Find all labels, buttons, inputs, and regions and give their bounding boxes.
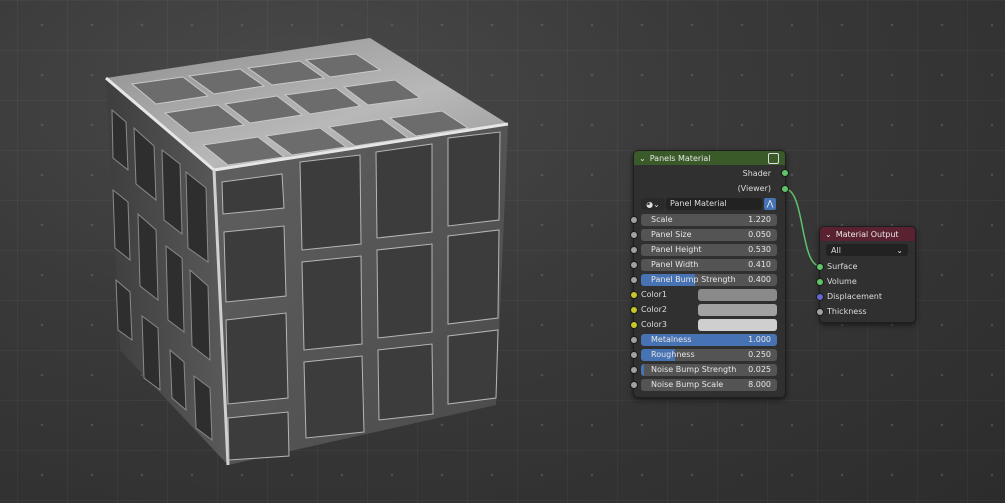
input-socket[interactable]	[816, 278, 824, 286]
value-input-socket[interactable]	[630, 381, 638, 389]
color-swatch[interactable]	[698, 288, 777, 301]
param-row: Panel Bump Strength 0.400	[630, 272, 785, 287]
target-row: All ⌄	[820, 241, 915, 259]
color-row: Color1	[630, 287, 785, 302]
node-title: Material Output	[835, 229, 899, 239]
output-label: Shader	[742, 168, 771, 178]
param-row: Noise Bump Scale 8.000	[630, 377, 785, 392]
param-value: 0.050	[748, 230, 771, 239]
value-input-socket[interactable]	[630, 216, 638, 224]
input-label: Volume	[827, 277, 857, 286]
param-slider[interactable]: Panel Bump Strength 0.400	[641, 273, 777, 286]
color-input-socket[interactable]	[630, 291, 638, 299]
value-input-socket[interactable]	[630, 351, 638, 359]
color-label: Color3	[641, 320, 667, 329]
color-swatch[interactable]	[698, 318, 777, 331]
color-input-socket[interactable]	[630, 321, 638, 329]
value-input-socket[interactable]	[630, 276, 638, 284]
value-input-socket[interactable]	[630, 246, 638, 254]
param-row: Roughness 0.250	[630, 347, 785, 362]
slider-fill	[641, 363, 645, 376]
param-label: Metalness	[651, 335, 692, 344]
param-row: Scale 1.220	[630, 212, 785, 227]
param-label: Panel Height	[651, 245, 702, 254]
panels-material-node-header[interactable]: ⌄ Panels Material	[634, 151, 785, 165]
param-slider[interactable]: Roughness 0.250	[641, 348, 777, 361]
param-label: Noise Bump Scale	[651, 380, 724, 389]
chevron-down-icon: ⌄	[896, 245, 903, 255]
material-name-field[interactable]: Panel Material	[666, 198, 762, 210]
param-label: Noise Bump Strength	[651, 365, 737, 374]
input-label: Surface	[827, 262, 858, 271]
param-row: Metalness 1.000	[630, 332, 785, 347]
param-slider[interactable]: Metalness 1.000	[641, 333, 777, 346]
param-slider[interactable]: Panel Width 0.410	[641, 258, 777, 271]
material-output-node-header[interactable]: ⌄ Material Output	[820, 227, 915, 241]
param-value: 1.000	[748, 335, 771, 344]
param-value: 0.530	[748, 245, 771, 254]
chevron-down-icon[interactable]: ⌄	[825, 230, 832, 239]
param-label: Panel Size	[651, 230, 692, 239]
color-row: Color2	[630, 302, 785, 317]
input-socket[interactable]	[816, 263, 824, 271]
output-input-row: Thickness	[816, 304, 915, 319]
output-input-row: Surface	[816, 259, 915, 274]
param-slider[interactable]: Panel Height 0.530	[641, 243, 777, 256]
param-value: 0.025	[748, 365, 771, 374]
param-value: 0.410	[748, 260, 771, 269]
color-row: Color3	[630, 317, 785, 332]
color-label: Color1	[641, 290, 667, 299]
node-title: Panels Material	[649, 153, 711, 163]
output-shader-row: Shader	[634, 165, 789, 181]
param-value: 1.220	[748, 215, 771, 224]
param-label: Panel Width	[651, 260, 699, 269]
target-value: All	[831, 245, 841, 255]
param-value: 0.250	[748, 350, 771, 359]
output-label: (Viewer)	[737, 184, 771, 193]
param-row: Panel Height 0.530	[630, 242, 785, 257]
value-input-socket[interactable]	[630, 231, 638, 239]
color-label: Color2	[641, 305, 667, 314]
material-selector-row: ◕⌄ Panel Material ⋀	[634, 196, 785, 212]
chevron-down-icon[interactable]: ⌄	[639, 154, 646, 163]
output-viewer-row: (Viewer)	[634, 181, 789, 196]
param-slider[interactable]: Scale 1.220	[641, 213, 777, 226]
target-dropdown[interactable]: All ⌄	[826, 244, 908, 256]
param-label: Roughness	[651, 350, 695, 359]
input-label: Displacement	[827, 292, 882, 301]
param-label: Panel Bump Strength	[651, 275, 736, 284]
node-group-icon[interactable]	[768, 153, 779, 164]
param-slider[interactable]: Noise Bump Scale 8.000	[641, 378, 777, 391]
material-output-node[interactable]: ⌄ Material Output All ⌄ Surface Volume Dis…	[816, 226, 916, 323]
color-input-socket[interactable]	[630, 306, 638, 314]
param-label: Scale	[651, 215, 673, 224]
input-socket[interactable]	[816, 293, 824, 301]
color-swatch[interactable]	[698, 303, 777, 316]
input-socket[interactable]	[816, 308, 824, 316]
value-input-socket[interactable]	[630, 261, 638, 269]
param-value: 8.000	[748, 380, 771, 389]
param-value: 0.400	[748, 275, 771, 284]
panels-material-node[interactable]: ⌄ Panels Material Shader (Viewer) ◕⌄ Pan…	[630, 150, 789, 398]
viewer-output-socket[interactable]	[781, 185, 789, 193]
output-input-row: Volume	[816, 274, 915, 289]
param-row: Panel Width 0.410	[630, 257, 785, 272]
param-slider[interactable]: Panel Size 0.050	[641, 228, 777, 241]
value-input-socket[interactable]	[630, 336, 638, 344]
output-input-row: Displacement	[816, 289, 915, 304]
material-browse-button[interactable]: ◕⌄	[641, 198, 665, 210]
param-slider[interactable]: Noise Bump Strength 0.025	[641, 363, 777, 376]
shader-output-socket[interactable]	[781, 169, 789, 177]
param-row: Panel Size 0.050	[630, 227, 785, 242]
value-input-socket[interactable]	[630, 366, 638, 374]
input-label: Thickness	[827, 307, 867, 316]
param-row: Noise Bump Strength 0.025	[630, 362, 785, 377]
node-tree-icon[interactable]: ⋀	[764, 198, 776, 210]
